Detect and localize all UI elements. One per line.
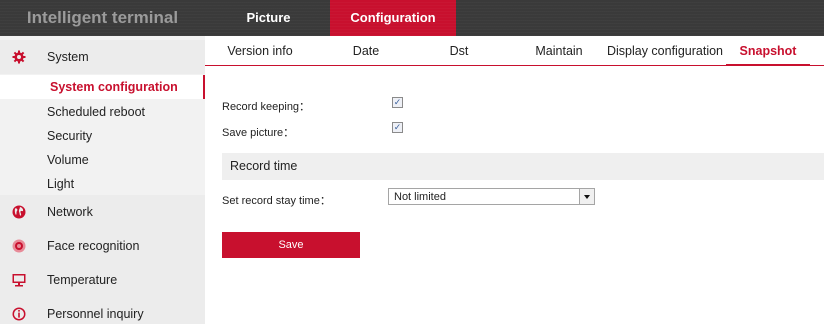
face-recognition-icon <box>12 239 26 253</box>
record-stay-time-label: Set record stay time： <box>222 195 331 207</box>
save-button[interactable]: Save <box>222 232 360 258</box>
tab-maintain[interactable]: Maintain <box>517 36 601 66</box>
chevron-down-icon[interactable] <box>579 189 594 204</box>
sidebar-item-label: Security <box>47 129 93 143</box>
sidebar-item-label: Volume <box>47 153 89 167</box>
top-tab-picture[interactable]: Picture <box>207 0 330 36</box>
sidebar-group-network[interactable]: Network <box>0 195 205 229</box>
sub-tabs: Version info Date Dst Maintain Display c… <box>205 36 824 66</box>
record-keeping-checkbox[interactable]: ✓ <box>392 97 403 108</box>
sidebar-group-label: System <box>47 50 89 64</box>
sidebar-group-label: Personnel inquiry <box>47 307 144 321</box>
sidebar-item-system-configuration[interactable]: System configuration <box>0 75 205 99</box>
sidebar-item-light[interactable]: Light <box>0 172 205 196</box>
top-bar: Intelligent terminal Picture Configurati… <box>0 0 824 36</box>
tab-date[interactable]: Date <box>326 36 406 66</box>
sidebar-item-scheduled-reboot[interactable]: Scheduled reboot <box>0 100 205 124</box>
app-title: Intelligent terminal <box>26 8 179 27</box>
section-header: Record time <box>222 153 824 180</box>
sidebar-item-volume[interactable]: Volume <box>0 148 205 172</box>
record-keeping-label: Record keeping： <box>222 101 311 113</box>
top-tab-configuration[interactable]: Configuration <box>330 0 456 36</box>
monitor-icon <box>12 274 26 287</box>
sidebar-group-temperature[interactable]: Temperature <box>0 263 205 297</box>
save-picture-label: Save picture： <box>222 127 295 139</box>
sidebar-item-label: System configuration <box>50 80 178 94</box>
globe-icon <box>12 205 26 219</box>
gear-icon <box>12 50 26 64</box>
sidebar-item-security[interactable]: Security <box>0 124 205 148</box>
tab-snapshot[interactable]: Snapshot <box>726 36 810 66</box>
sidebar-item-label: Scheduled reboot <box>47 105 145 119</box>
save-picture-checkbox[interactable]: ✓ <box>392 122 403 133</box>
sidebar-item-label: Light <box>47 177 75 191</box>
info-icon <box>12 307 26 321</box>
tab-version-info[interactable]: Version info <box>205 36 315 66</box>
sidebar-group-system[interactable]: System <box>0 40 205 74</box>
sidebar-group-face-recognition[interactable]: Face recognition <box>0 229 205 263</box>
tab-display-configuration[interactable]: Display configuration <box>602 36 728 66</box>
tab-dst[interactable]: Dst <box>424 36 494 66</box>
sidebar-group-label: Temperature <box>47 273 118 287</box>
sidebar-group-label: Network <box>47 205 93 219</box>
sidebar-group-personnel-inquiry[interactable]: Personnel inquiry <box>0 297 205 324</box>
sidebar-group-label: Face recognition <box>47 239 140 253</box>
select-value: Not limited <box>394 191 446 203</box>
record-stay-time-select[interactable]: Not limited <box>388 188 595 205</box>
sidebar: System System configuration Scheduled re… <box>0 36 205 324</box>
